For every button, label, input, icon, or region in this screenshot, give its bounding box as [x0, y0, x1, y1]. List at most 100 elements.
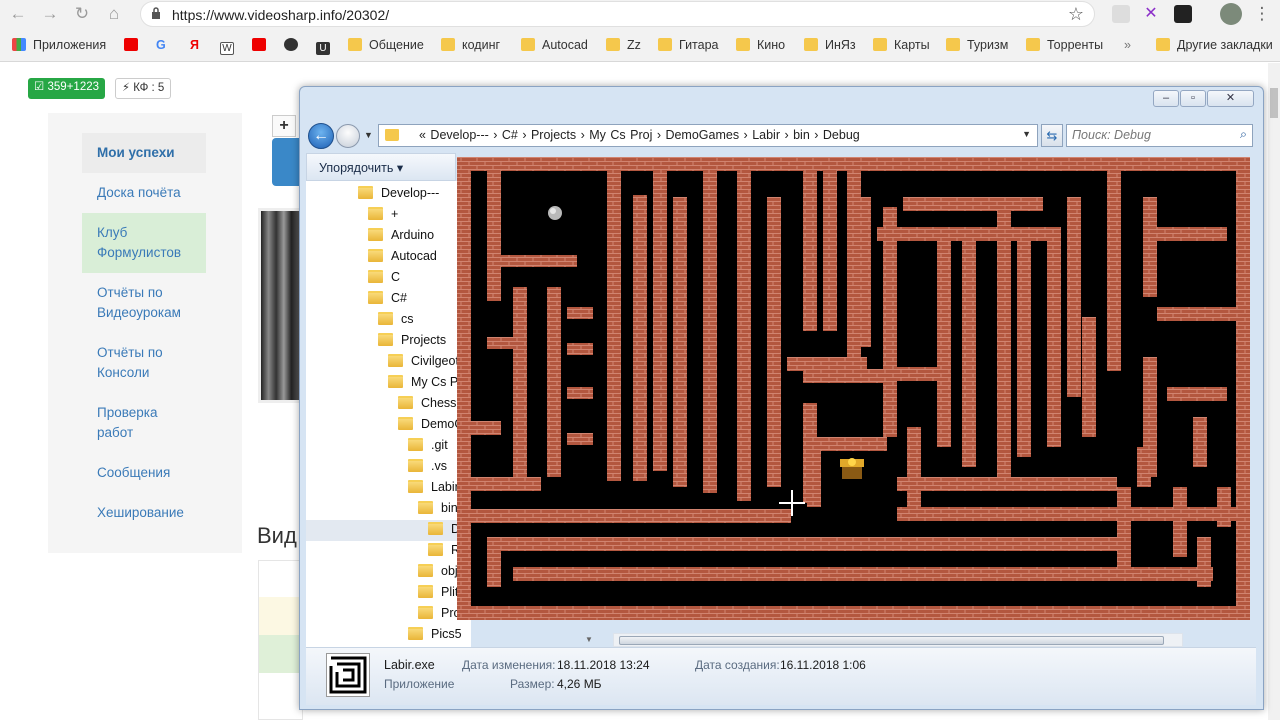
maze-wall	[471, 477, 541, 491]
folder-icon	[378, 312, 393, 325]
bookmark-folder[interactable]: Zz	[606, 37, 641, 53]
sidebar-item-formulists-club[interactable]: Клуб Формулистов	[82, 223, 206, 263]
folder-icon	[378, 333, 393, 346]
tree-node[interactable]: D	[428, 519, 460, 539]
maximize-button[interactable]: ▫	[1180, 90, 1206, 107]
tree-scroll-down-icon[interactable]: ▼	[577, 633, 601, 647]
tree-node[interactable]: Labir	[408, 477, 459, 497]
bookmark-folder[interactable]: Общение	[348, 37, 424, 53]
tree-node[interactable]: .vs	[408, 456, 447, 476]
bookmark-wikipedia-icon[interactable]: W	[220, 37, 241, 55]
maze-canvas[interactable]	[457, 157, 1250, 620]
tree-node[interactable]: Plit	[418, 582, 458, 602]
bookmark-folder[interactable]: Торренты	[1026, 37, 1103, 53]
tree-node[interactable]: C	[368, 267, 400, 287]
video-thumbnail[interactable]	[258, 208, 302, 403]
sidebar-item-messages[interactable]: Сообщения	[82, 463, 206, 483]
bookmark-folder[interactable]: Туризм	[946, 37, 1008, 53]
bookmark-folder[interactable]: ИнЯз	[804, 37, 856, 53]
back-icon[interactable]: ←	[308, 123, 334, 149]
maze-wall	[547, 287, 561, 477]
horizontal-scrollbar[interactable]	[613, 633, 1183, 647]
bookmark-yandex-icon[interactable]: Я	[190, 37, 199, 53]
sidebar-item-hashing[interactable]: Хеширование	[82, 503, 206, 523]
bookmark-google-icon[interactable]: G	[156, 37, 166, 53]
sidebar-item-review-works[interactable]: Проверка работ	[82, 403, 206, 443]
menu-icon[interactable]: ⋮	[1252, 4, 1272, 24]
scrollbar-thumb[interactable]	[619, 636, 1164, 645]
path-box[interactable]: « Develop--- › C# › Projects › My Cs Pro…	[378, 124, 1038, 147]
breadcrumb[interactable]: « Develop--- › C# › Projects › My Cs Pro…	[419, 128, 860, 142]
tree-node[interactable]: C#	[368, 288, 407, 308]
folder-icon	[408, 480, 423, 493]
tree-node[interactable]: Arduino	[368, 225, 434, 245]
points-badge[interactable]: ☑ 359+1223	[28, 78, 106, 99]
bookmark-youtube-icon[interactable]	[124, 37, 145, 53]
maze-wall	[767, 197, 781, 487]
tree-node[interactable]: Autocad	[368, 246, 437, 266]
maze-wall	[633, 195, 647, 481]
extension-x-icon[interactable]: ✕	[1142, 5, 1160, 23]
sidebar-item-honor-board[interactable]: Доска почёта	[82, 183, 206, 203]
organize-menu[interactable]: Упорядочить ▾	[319, 160, 403, 175]
maze-wall	[513, 287, 527, 477]
reload-icon[interactable]: ↻	[72, 4, 92, 24]
bookmark-youtube2-icon[interactable]	[252, 37, 273, 53]
path-dropdown-icon[interactable]: ▼	[1022, 129, 1031, 139]
tree-node[interactable]: R	[428, 540, 460, 560]
bookmark-app-icon[interactable]	[284, 37, 305, 53]
recent-dropdown-icon[interactable]: ▼	[364, 130, 373, 140]
tree-node[interactable]: Civilgeot	[388, 351, 459, 371]
tree-node[interactable]: bin	[418, 498, 458, 518]
maze-wall	[807, 437, 821, 507]
home-icon[interactable]: ⌂	[104, 4, 124, 24]
bookmark-apps[interactable]: Приложения	[12, 37, 106, 53]
add-button[interactable]: +	[272, 115, 296, 137]
sidebar-item-achievements[interactable]: Мои успехи	[82, 143, 206, 163]
tree-node[interactable]: Chess	[398, 393, 456, 413]
tree-node[interactable]: +	[368, 204, 398, 224]
extension-cast-icon[interactable]	[1174, 5, 1192, 23]
tree-node[interactable]: My Cs Pr	[388, 372, 462, 392]
tree-node[interactable]: obj	[418, 561, 458, 581]
bookmark-folder[interactable]: Кино	[736, 37, 785, 53]
folder-icon	[368, 228, 383, 241]
bookmarks-overflow[interactable]: »	[1124, 37, 1131, 53]
labir-game-window[interactable]	[457, 157, 1250, 620]
back-icon[interactable]: ←	[8, 4, 28, 24]
address-bar[interactable]: https://www.videosharp.info/20302/ ☆	[140, 1, 1095, 27]
maze-wall	[471, 509, 791, 523]
tree-node[interactable]: cs	[378, 309, 414, 329]
tree-node[interactable]: Develop---	[358, 183, 439, 203]
extension-icon[interactable]	[1112, 5, 1130, 23]
sidebar-item-video-reports[interactable]: Отчёты по Видеоурокам	[82, 283, 206, 323]
bookmark-folder[interactable]: Карты	[873, 37, 930, 53]
folder-tree[interactable]: Develop--- + Arduino Autocad C C# cs Projects Ci…	[306, 181, 471, 647]
kf-badge[interactable]: ⚡ КФ : 5	[115, 78, 172, 99]
maze-wall	[997, 197, 1011, 477]
tree-node[interactable]: DemoG	[398, 414, 464, 434]
bookmark-folder[interactable]: Autocad	[521, 37, 588, 53]
page-scrollbar[interactable]	[1268, 63, 1280, 720]
refresh-icon[interactable]: ⇆	[1041, 124, 1063, 147]
tree-node[interactable]: Pics5	[408, 624, 462, 644]
forward-icon[interactable]	[336, 124, 360, 148]
sidebar-item-console-reports[interactable]: Отчёты по Консоли	[82, 343, 206, 383]
forward-icon[interactable]: →	[40, 4, 60, 24]
bookmark-u-icon[interactable]: U	[316, 37, 337, 55]
search-input[interactable]: Поиск: Debug ⌕	[1066, 124, 1253, 147]
tree-node[interactable]: .git	[408, 435, 448, 455]
maze-wall	[653, 171, 667, 471]
minimize-button[interactable]: ‒	[1153, 90, 1179, 107]
bookmark-star-icon[interactable]: ☆	[1068, 4, 1084, 25]
bookmark-folder[interactable]: кодинг	[441, 37, 500, 53]
close-button[interactable]: ✕	[1207, 90, 1254, 107]
tree-node[interactable]: Projects	[378, 330, 446, 350]
profile-avatar[interactable]	[1220, 3, 1242, 25]
bookmark-other[interactable]: Другие закладки	[1156, 37, 1273, 53]
file-type: Приложение	[384, 677, 455, 691]
bookmark-folder[interactable]: Гитара	[658, 37, 719, 53]
folder-icon	[418, 606, 433, 619]
folder-icon	[358, 186, 373, 199]
maze-wall	[513, 567, 1213, 581]
